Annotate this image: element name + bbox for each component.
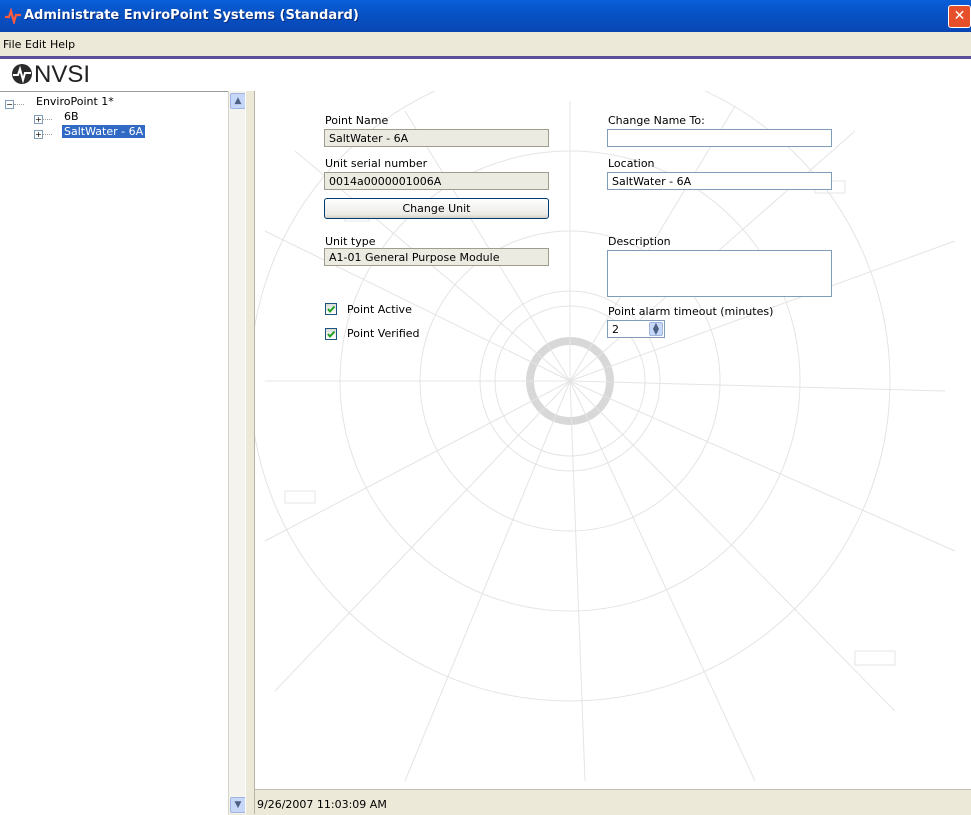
change-name-label: Change Name To: xyxy=(608,114,705,127)
spinner-arrows-icon[interactable]: ▲ ▼ xyxy=(649,322,663,336)
expand-icon[interactable]: + xyxy=(34,130,43,139)
expand-icon[interactable]: + xyxy=(34,115,43,124)
menu-bar: File Edit Help xyxy=(0,32,971,56)
point-details-panel: Point Name SaltWater - 6A Unit serial nu… xyxy=(255,91,971,789)
checkmark-icon xyxy=(327,305,336,314)
scroll-up-icon[interactable]: ▲ xyxy=(230,93,246,109)
serial-label: Unit serial number xyxy=(325,157,428,170)
tree-line xyxy=(43,119,52,120)
scroll-down-icon[interactable]: ▼ xyxy=(230,797,246,813)
point-active-checkbox[interactable] xyxy=(325,303,337,315)
change-name-input[interactable] xyxy=(607,129,832,147)
nvsi-logo-icon xyxy=(12,64,32,84)
alarm-timeout-value: 2 xyxy=(612,323,619,336)
window-title: Administrate EnviroPoint Systems (Standa… xyxy=(24,8,359,23)
tree-pane: − EnviroPoint 1* + 6B + SaltWater - 6A xyxy=(0,91,228,815)
point-active-label: Point Active xyxy=(347,303,412,316)
logo-text: NVSI xyxy=(34,61,91,88)
status-timestamp: 9/26/2007 11:03:09 AM xyxy=(257,798,387,811)
point-verified-label: Point Verified xyxy=(347,327,420,340)
change-unit-button[interactable]: Change Unit xyxy=(324,198,549,219)
point-name-label: Point Name xyxy=(325,114,389,127)
point-verified-checkbox[interactable] xyxy=(325,328,337,340)
alarm-timeout-label: Point alarm timeout (minutes) xyxy=(608,305,774,318)
tree-node-root[interactable]: EnviroPoint 1* xyxy=(36,95,114,108)
point-name-field: SaltWater - 6A xyxy=(324,129,549,147)
app-icon xyxy=(5,8,21,24)
collapse-icon[interactable]: − xyxy=(5,100,14,109)
description-textarea[interactable] xyxy=(607,250,832,297)
checkmark-icon xyxy=(327,330,336,339)
menu-help[interactable]: Help xyxy=(50,38,75,51)
pane-splitter[interactable] xyxy=(245,91,255,814)
unit-type-field: A1-01 General Purpose Module xyxy=(324,248,549,266)
serial-field: 0014a0000001006A xyxy=(324,172,549,190)
tree-line xyxy=(43,134,52,135)
background-watermark xyxy=(255,91,956,782)
menu-file[interactable]: File xyxy=(3,38,21,51)
location-label: Location xyxy=(608,157,655,170)
tree-node-6b[interactable]: 6B xyxy=(64,110,79,123)
title-bar: Administrate EnviroPoint Systems (Standa… xyxy=(0,0,971,32)
tree-line xyxy=(14,104,24,105)
tree-node-saltwater-6a[interactable]: SaltWater - 6A xyxy=(62,125,146,138)
menu-edit[interactable]: Edit xyxy=(25,38,46,51)
status-bar: 9/26/2007 11:03:09 AM xyxy=(255,789,971,815)
tree-scrollbar[interactable]: ▲ ▼ xyxy=(228,91,246,814)
description-label: Description xyxy=(608,235,671,248)
logo-bar: NVSI xyxy=(0,59,971,91)
close-button[interactable]: ✕ xyxy=(948,5,971,28)
location-input[interactable]: SaltWater - 6A xyxy=(607,172,832,190)
unit-type-label: Unit type xyxy=(325,235,376,248)
